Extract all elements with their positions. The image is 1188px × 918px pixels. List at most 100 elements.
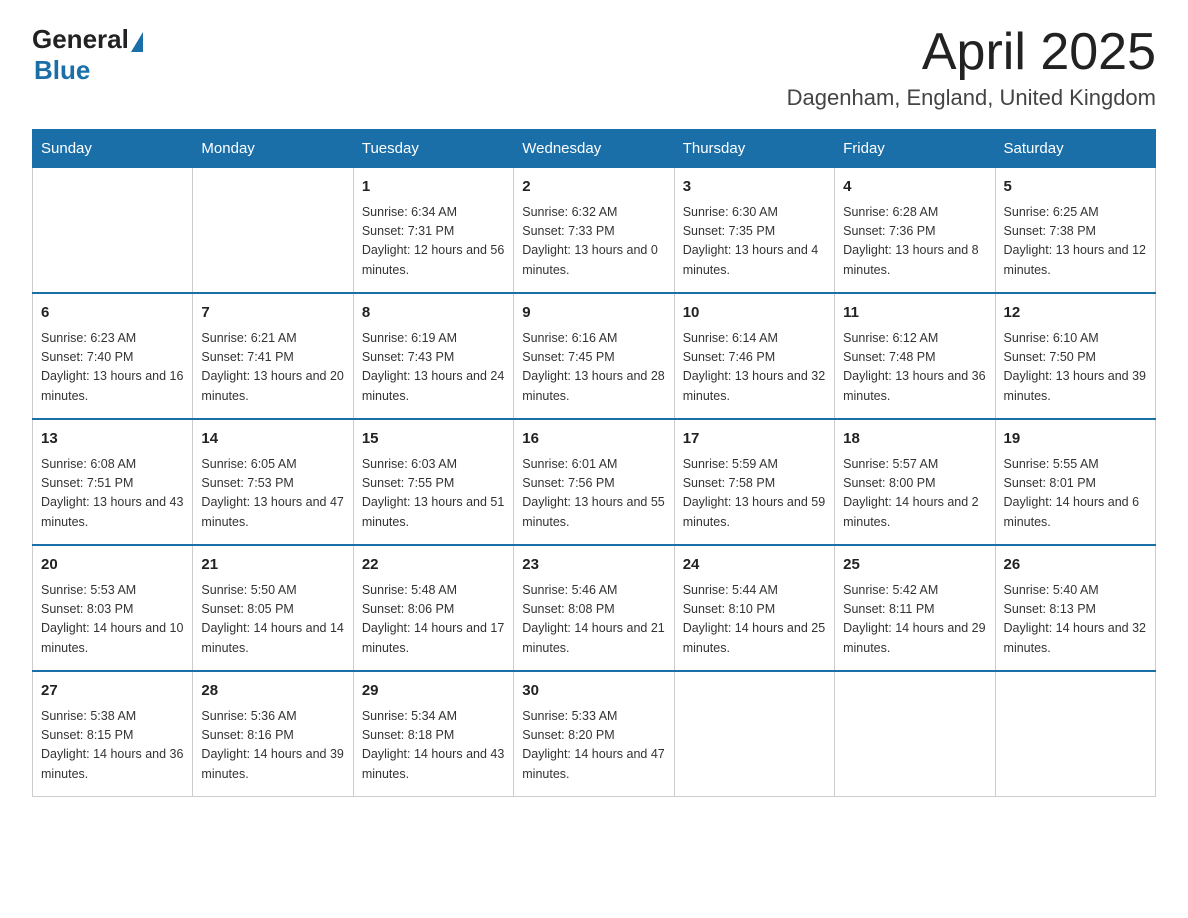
day-number: 7	[201, 302, 344, 325]
weekday-header-friday: Friday	[835, 130, 995, 168]
calendar-cell: 21Sunrise: 5:50 AMSunset: 8:05 PMDayligh…	[193, 545, 353, 671]
calendar-cell: 8 Sunrise: 6:19 AMSunset: 7:43 PMDaylight…	[353, 293, 513, 419]
day-number: 13	[41, 428, 184, 451]
weekday-header-sunday: Sunday	[33, 130, 193, 168]
logo-text-blue: Blue	[34, 55, 90, 86]
calendar-cell	[33, 168, 193, 294]
day-info: Sunrise: 5:48 AMSunset: 8:06 PMDaylight:…	[362, 581, 505, 659]
weekday-header-tuesday: Tuesday	[353, 130, 513, 168]
day-number: 28	[201, 680, 344, 703]
day-number: 1	[362, 176, 505, 199]
calendar-cell: 30 Sunrise: 5:33 AMSunset: 8:20 PMDayligh…	[514, 671, 674, 797]
day-info: Sunrise: 6:12 AMSunset: 7:48 PMDaylight:…	[843, 329, 986, 407]
calendar-cell: 15 Sunrise: 6:03 AMSunset: 7:55 PMDayligh…	[353, 419, 513, 545]
day-info: Sunrise: 5:59 AMSunset: 7:58 PMDaylight:…	[683, 455, 826, 533]
weekday-header-thursday: Thursday	[674, 130, 834, 168]
day-number: 23	[522, 554, 665, 577]
day-info: Sunrise: 6:34 AMSunset: 7:31 PMDaylight:…	[362, 203, 505, 281]
logo: General Blue	[32, 24, 143, 86]
day-number: 17	[683, 428, 826, 451]
calendar-cell: 12 Sunrise: 6:10 AMSunset: 7:50 PMDayligh…	[995, 293, 1155, 419]
day-info: Sunrise: 5:34 AMSunset: 8:18 PMDaylight:…	[362, 707, 505, 785]
calendar-cell	[835, 671, 995, 797]
day-number: 14	[201, 428, 344, 451]
calendar-cell: 9Sunrise: 6:16 AMSunset: 7:45 PMDaylight…	[514, 293, 674, 419]
calendar-cell: 25 Sunrise: 5:42 AMSunset: 8:11 PMDayligh…	[835, 545, 995, 671]
calendar-cell: 7 Sunrise: 6:21 AMSunset: 7:41 PMDaylight…	[193, 293, 353, 419]
calendar-cell: 10 Sunrise: 6:14 AMSunset: 7:46 PMDayligh…	[674, 293, 834, 419]
day-number: 11	[843, 302, 986, 325]
day-info: Sunrise: 6:30 AMSunset: 7:35 PMDaylight:…	[683, 203, 826, 281]
calendar-week-row: 13 Sunrise: 6:08 AMSunset: 7:51 PMDayligh…	[33, 419, 1156, 545]
day-info: Sunrise: 6:10 AMSunset: 7:50 PMDaylight:…	[1004, 329, 1147, 407]
day-info: Sunrise: 5:44 AMSunset: 8:10 PMDaylight:…	[683, 581, 826, 659]
calendar-week-row: 6Sunrise: 6:23 AMSunset: 7:40 PMDaylight…	[33, 293, 1156, 419]
calendar-cell: 14Sunrise: 6:05 AMSunset: 7:53 PMDayligh…	[193, 419, 353, 545]
day-info: Sunrise: 5:46 AMSunset: 8:08 PMDaylight:…	[522, 581, 665, 659]
calendar-cell: 28 Sunrise: 5:36 AMSunset: 8:16 PMDayligh…	[193, 671, 353, 797]
day-info: Sunrise: 5:55 AMSunset: 8:01 PMDaylight:…	[1004, 455, 1147, 533]
day-number: 5	[1004, 176, 1147, 199]
day-number: 3	[683, 176, 826, 199]
calendar-cell: 16 Sunrise: 6:01 AMSunset: 7:56 PMDayligh…	[514, 419, 674, 545]
calendar-cell: 19 Sunrise: 5:55 AMSunset: 8:01 PMDayligh…	[995, 419, 1155, 545]
location-title: Dagenham, England, United Kingdom	[787, 85, 1156, 111]
calendar-cell: 6Sunrise: 6:23 AMSunset: 7:40 PMDaylight…	[33, 293, 193, 419]
day-number: 25	[843, 554, 986, 577]
month-title: April 2025	[787, 24, 1156, 81]
day-info: Sunrise: 6:28 AMSunset: 7:36 PMDaylight:…	[843, 203, 986, 281]
calendar-cell: 4 Sunrise: 6:28 AMSunset: 7:36 PMDaylight…	[835, 168, 995, 294]
day-info: Sunrise: 5:42 AMSunset: 8:11 PMDaylight:…	[843, 581, 986, 659]
logo-text-general: General	[32, 24, 129, 55]
logo-triangle-icon	[131, 32, 143, 52]
day-info: Sunrise: 6:21 AMSunset: 7:41 PMDaylight:…	[201, 329, 344, 407]
calendar-header-row: SundayMondayTuesdayWednesdayThursdayFrid…	[33, 130, 1156, 168]
day-info: Sunrise: 5:53 AMSunset: 8:03 PMDaylight:…	[41, 581, 184, 659]
weekday-header-saturday: Saturday	[995, 130, 1155, 168]
calendar-week-row: 27 Sunrise: 5:38 AMSunset: 8:15 PMDayligh…	[33, 671, 1156, 797]
calendar-cell	[674, 671, 834, 797]
day-info: Sunrise: 6:25 AMSunset: 7:38 PMDaylight:…	[1004, 203, 1147, 281]
day-info: Sunrise: 6:08 AMSunset: 7:51 PMDaylight:…	[41, 455, 184, 533]
day-info: Sunrise: 5:38 AMSunset: 8:15 PMDaylight:…	[41, 707, 184, 785]
calendar-cell: 29Sunrise: 5:34 AMSunset: 8:18 PMDayligh…	[353, 671, 513, 797]
day-info: Sunrise: 5:57 AMSunset: 8:00 PMDaylight:…	[843, 455, 986, 533]
weekday-header-monday: Monday	[193, 130, 353, 168]
day-number: 4	[843, 176, 986, 199]
day-info: Sunrise: 6:19 AMSunset: 7:43 PMDaylight:…	[362, 329, 505, 407]
day-number: 30	[522, 680, 665, 703]
calendar-cell: 23 Sunrise: 5:46 AMSunset: 8:08 PMDayligh…	[514, 545, 674, 671]
day-number: 20	[41, 554, 184, 577]
day-number: 10	[683, 302, 826, 325]
calendar-cell: 22 Sunrise: 5:48 AMSunset: 8:06 PMDayligh…	[353, 545, 513, 671]
day-info: Sunrise: 5:36 AMSunset: 8:16 PMDaylight:…	[201, 707, 344, 785]
day-number: 12	[1004, 302, 1147, 325]
calendar-cell: 24 Sunrise: 5:44 AMSunset: 8:10 PMDayligh…	[674, 545, 834, 671]
day-info: Sunrise: 5:33 AMSunset: 8:20 PMDaylight:…	[522, 707, 665, 785]
day-number: 15	[362, 428, 505, 451]
calendar-week-row: 20 Sunrise: 5:53 AMSunset: 8:03 PMDayligh…	[33, 545, 1156, 671]
day-info: Sunrise: 6:14 AMSunset: 7:46 PMDaylight:…	[683, 329, 826, 407]
calendar-cell: 11 Sunrise: 6:12 AMSunset: 7:48 PMDayligh…	[835, 293, 995, 419]
day-info: Sunrise: 6:16 AMSunset: 7:45 PMDaylight:…	[522, 329, 665, 407]
weekday-header-wednesday: Wednesday	[514, 130, 674, 168]
calendar-cell: 18Sunrise: 5:57 AMSunset: 8:00 PMDayligh…	[835, 419, 995, 545]
title-section: April 2025 Dagenham, England, United Kin…	[787, 24, 1156, 111]
calendar-cell: 1 Sunrise: 6:34 AMSunset: 7:31 PMDaylight…	[353, 168, 513, 294]
calendar-table: SundayMondayTuesdayWednesdayThursdayFrid…	[32, 129, 1156, 797]
calendar-cell: 26Sunrise: 5:40 AMSunset: 8:13 PMDayligh…	[995, 545, 1155, 671]
day-number: 24	[683, 554, 826, 577]
day-number: 16	[522, 428, 665, 451]
day-number: 8	[362, 302, 505, 325]
day-number: 27	[41, 680, 184, 703]
calendar-cell: 3 Sunrise: 6:30 AMSunset: 7:35 PMDaylight…	[674, 168, 834, 294]
calendar-cell: 17 Sunrise: 5:59 AMSunset: 7:58 PMDayligh…	[674, 419, 834, 545]
day-number: 22	[362, 554, 505, 577]
calendar-week-row: 1 Sunrise: 6:34 AMSunset: 7:31 PMDaylight…	[33, 168, 1156, 294]
day-info: Sunrise: 6:23 AMSunset: 7:40 PMDaylight:…	[41, 329, 184, 407]
page-header: General Blue April 2025 Dagenham, Englan…	[32, 24, 1156, 111]
day-number: 21	[201, 554, 344, 577]
day-number: 19	[1004, 428, 1147, 451]
day-info: Sunrise: 6:01 AMSunset: 7:56 PMDaylight:…	[522, 455, 665, 533]
day-info: Sunrise: 6:03 AMSunset: 7:55 PMDaylight:…	[362, 455, 505, 533]
